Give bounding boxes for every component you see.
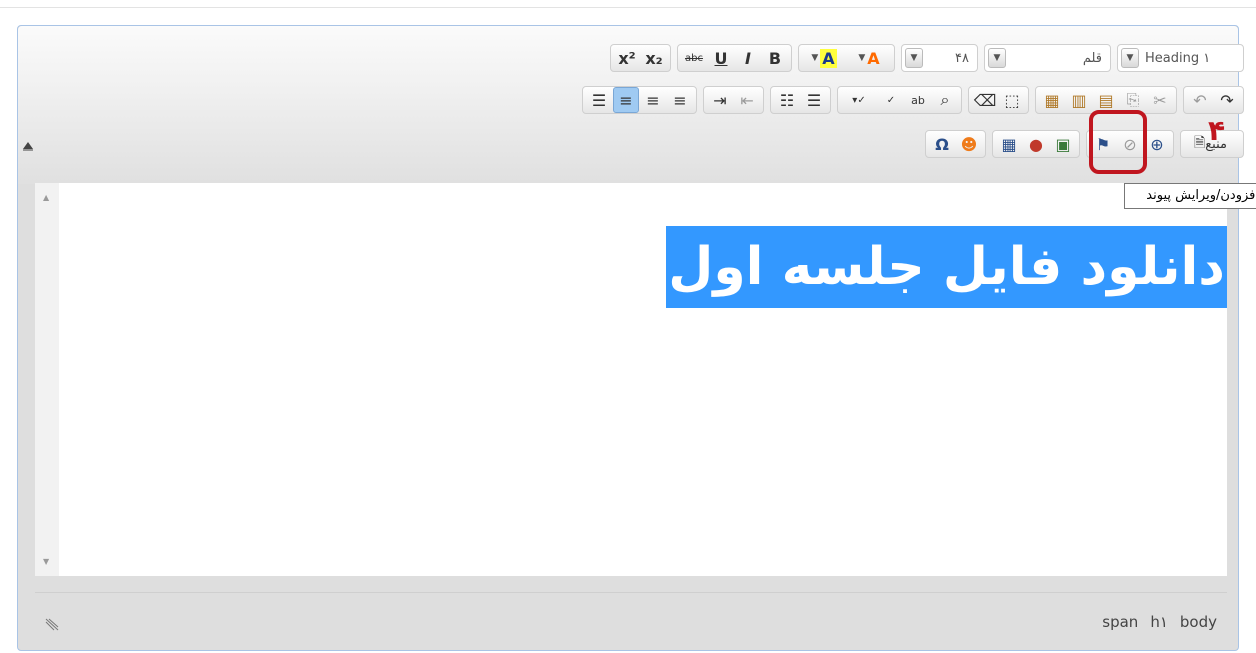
bg-color-icon: A (867, 48, 880, 68)
step-number: ۴ (1208, 114, 1226, 147)
bold-icon: B (768, 48, 782, 68)
link-tooltip: افزودن/ویرایش پیوند (1124, 183, 1256, 209)
align-right-icon[interactable]: ≡ (613, 87, 639, 113)
paste-word-icon[interactable]: ▦ (1039, 87, 1065, 113)
annotation-highlight-box (1089, 110, 1147, 174)
superscript-button[interactable]: x² (614, 45, 640, 71)
scroll-down-icon[interactable]: ▼ (43, 557, 49, 566)
editing-group: ⌕ ab ✓ ▾✓ (837, 86, 962, 114)
scayt-icon[interactable]: ▾✓ (841, 87, 877, 113)
bold-button[interactable]: B (762, 45, 788, 71)
bg-color-button[interactable]: ▼ A (847, 45, 891, 71)
path-item[interactable]: span (1102, 613, 1138, 631)
table-icon[interactable]: ▦ (996, 131, 1022, 157)
flash-icon[interactable]: ● (1023, 131, 1049, 157)
status-bar: span h۱ body (35, 592, 1227, 643)
subscript-button[interactable]: x₂ (641, 45, 667, 71)
font-combo[interactable]: ▼ قلم (984, 44, 1111, 72)
indent-group: ⇤ ⇥ (703, 86, 764, 114)
size-combo[interactable]: ▼ ۴۸ (901, 44, 978, 72)
remove-format-icon[interactable]: ⌫ (972, 87, 998, 113)
undo-icon[interactable]: ↶ (1187, 87, 1213, 113)
element-path: span h۱ body (1102, 613, 1217, 631)
toolbar-row-2: ↷ ↶ ✂ ⎘ ▤ ▥ ▦ ⬚ ⌫ ⌕ ab ✓ ▾✓ ☰ ☷ ⇤ ⇥ ≡ ≡ … (582, 86, 1244, 114)
align-left-icon[interactable]: ≡ (667, 87, 693, 113)
underline-button[interactable]: U (708, 45, 734, 71)
redo-icon[interactable]: ↷ (1214, 87, 1240, 113)
image-icon[interactable]: ▣ (1050, 131, 1076, 157)
strike-icon: abc (685, 52, 703, 64)
paste-text-icon[interactable]: ▥ (1066, 87, 1092, 113)
format-dropdown-icon[interactable]: ▼ (1121, 48, 1139, 68)
link-icon[interactable]: ⊕ (1144, 131, 1170, 157)
size-value: ۴۸ (955, 50, 969, 66)
align-group: ≡ ≡ ≡ ☰ (582, 86, 697, 114)
font-value: قلم (1082, 50, 1102, 66)
find-icon[interactable]: ⌕ (932, 87, 958, 113)
cut-icon[interactable]: ✂ (1147, 87, 1173, 113)
toolbar-collapse-icon[interactable] (22, 136, 34, 151)
toolbar-row-1: ▼ Heading ۱ ▼ قلم ▼ ۴۸ ▼ A ▼ A B I U abc… (610, 44, 1244, 72)
vertical-scrollbar[interactable]: ▲ ▼ (35, 183, 59, 576)
undo-group: ↷ ↶ (1183, 86, 1244, 114)
source-icon: 🗎 (1194, 135, 1206, 151)
font-color-icon: A (820, 48, 837, 68)
strike-button[interactable]: abc (681, 45, 707, 71)
select-all-icon[interactable]: ⬚ (999, 87, 1025, 113)
tools-group: ⬚ ⌫ (968, 86, 1029, 114)
numbered-list-icon[interactable]: ☷ (774, 87, 800, 113)
smiley-icon[interactable]: ☻ (956, 131, 982, 157)
italic-button[interactable]: I (735, 45, 761, 71)
font-color-button[interactable]: ▼ A (802, 45, 846, 71)
insert-group: ▣ ● ▦ (992, 130, 1080, 158)
bulleted-list-icon[interactable]: ☰ (801, 87, 827, 113)
special-group: ☻ Ω (925, 130, 986, 158)
format-combo[interactable]: ▼ Heading ۱ (1117, 44, 1244, 72)
align-justify-icon[interactable]: ☰ (586, 87, 612, 113)
font-dropdown-icon[interactable]: ▼ (988, 48, 1006, 68)
resize-handle-icon[interactable] (45, 617, 59, 631)
underline-icon: U (714, 48, 728, 68)
path-item[interactable]: body (1180, 613, 1217, 631)
selected-heading-text[interactable]: دانلود فایل جلسه اول (666, 226, 1227, 308)
italic-icon: I (745, 48, 751, 68)
special-char-icon[interactable]: Ω (929, 131, 955, 157)
path-item[interactable]: h۱ (1150, 613, 1168, 631)
replace-icon[interactable]: ab (905, 87, 931, 113)
script-group: x₂ x² (610, 44, 671, 72)
subscript-icon: x₂ (645, 48, 663, 68)
toolbar-row-3: 🗎 منبع ⊕ ⊘ ⚑ ▣ ● ▦ ☻ Ω (925, 130, 1244, 158)
size-dropdown-icon[interactable]: ▼ (905, 48, 923, 68)
list-group: ☰ ☷ (770, 86, 831, 114)
scroll-up-icon[interactable]: ▲ (43, 193, 49, 202)
superscript-icon: x² (618, 48, 636, 68)
color-group: ▼ A ▼ A (798, 44, 895, 72)
top-divider (0, 7, 1256, 8)
spellcheck-icon[interactable]: ✓ (878, 87, 904, 113)
align-center-icon[interactable]: ≡ (640, 87, 666, 113)
format-value: Heading ۱ (1145, 50, 1211, 66)
outdent-icon[interactable]: ⇤ (734, 87, 760, 113)
indent-icon[interactable]: ⇥ (707, 87, 733, 113)
basic-style-group: B I U abc (677, 44, 792, 72)
